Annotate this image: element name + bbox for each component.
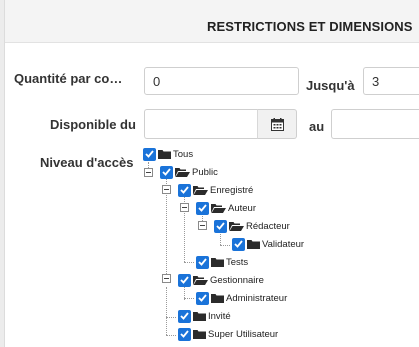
available-to-input[interactable] (331, 109, 419, 139)
access-level-label: Niveau d'accès (40, 155, 134, 170)
collapse-toggle-enregistre[interactable] (162, 185, 171, 194)
tree-node-label: Invité (208, 310, 231, 322)
calendar-icon (270, 117, 284, 131)
checkbox-gestionnaire[interactable] (178, 273, 191, 287)
checkbox-administrateur[interactable] (196, 291, 209, 305)
upto-input[interactable]: 3 (363, 67, 419, 95)
checkmark-icon (180, 186, 189, 194)
tree-node-label: Public (192, 166, 218, 178)
checkbox-validateur[interactable] (232, 237, 245, 251)
collapse-toggle-redacteur[interactable] (198, 221, 207, 230)
checkmark-icon (162, 168, 171, 176)
checkbox-public[interactable] (160, 165, 173, 179)
available-to-label: au (309, 119, 325, 134)
checkmark-icon (234, 240, 243, 248)
folder-open-icon (193, 186, 208, 195)
checkbox-redacteur[interactable] (214, 219, 227, 233)
folder-open-icon (229, 222, 244, 231)
collapse-toggle-public[interactable] (144, 168, 153, 177)
available-from-label: Disponible du (50, 117, 136, 132)
tree-line (184, 262, 194, 263)
tree-node-public[interactable]: Public (160, 165, 218, 179)
folder-icon (193, 312, 206, 321)
folder-icon (158, 150, 171, 159)
tree-node-gestionnaire[interactable]: Gestionnaire (178, 273, 264, 287)
folder-icon (247, 240, 260, 249)
checkmark-icon (198, 204, 207, 212)
quantity-input[interactable]: 0 (144, 67, 299, 95)
folder-open-icon (175, 168, 190, 177)
tree-node-label: Enregistré (210, 184, 254, 196)
checkbox-enregistre[interactable] (178, 183, 191, 197)
tree-node-label: Auteur (228, 202, 256, 214)
checkmark-icon (180, 312, 189, 320)
tree-node-tests[interactable]: Tests (196, 255, 248, 269)
tree-node-redacteur[interactable]: Rédacteur (214, 219, 290, 233)
checkmark-icon (180, 330, 189, 338)
tree-node-label: Tests (226, 256, 249, 268)
tree-node-invite[interactable]: Invité (178, 309, 231, 323)
tree-node-label: Administrateur (226, 292, 288, 304)
checkbox-super-utilisateur[interactable] (178, 327, 191, 341)
tree-node-auteur[interactable]: Auteur (196, 201, 256, 215)
tree-node-label: Validateur (262, 238, 305, 250)
tree-node-label: Tous (173, 148, 194, 160)
folder-open-icon (211, 204, 226, 213)
available-from-input[interactable] (144, 109, 258, 139)
checkbox-auteur[interactable] (196, 201, 209, 215)
tree-line (166, 179, 167, 282)
tree-line (166, 317, 176, 318)
folder-icon (211, 294, 224, 303)
tree-node-validateur[interactable]: Validateur (232, 237, 304, 251)
tree-node-administrateur[interactable]: Administrateur (196, 291, 287, 305)
checkmark-icon (180, 276, 189, 284)
tree-node-super-utilisateur[interactable]: Super Utilisateur (178, 327, 278, 341)
checkmark-icon (145, 150, 154, 158)
checkmark-icon (198, 258, 207, 266)
section-title: RESTRICTIONS ET DIMENSIONS (207, 19, 413, 34)
tree-line (184, 298, 194, 299)
tree-line (166, 287, 167, 335)
folder-open-icon (193, 276, 208, 285)
tree-line (220, 245, 230, 246)
tree-node-label: Gestionnaire (210, 274, 264, 286)
checkbox-tous[interactable] (143, 147, 156, 161)
checkmark-icon (198, 294, 207, 302)
folder-icon (211, 258, 224, 267)
tree-line (166, 335, 176, 336)
left-panel-edge (0, 0, 5, 347)
checkbox-tests[interactable] (196, 255, 209, 269)
quantity-label: Quantité par co… (14, 71, 123, 86)
tree-node-enregistre[interactable]: Enregistré (178, 183, 253, 197)
tree-node-label: Rédacteur (246, 220, 290, 232)
tree-node-tous[interactable]: Tous (143, 147, 193, 161)
collapse-toggle-auteur[interactable] (180, 203, 189, 212)
tree-node-label: Super Utilisateur (208, 328, 279, 340)
checkbox-invite[interactable] (178, 309, 191, 323)
calendar-button[interactable] (257, 109, 297, 139)
collapse-toggle-gestionnaire[interactable] (162, 274, 171, 283)
checkmark-icon (216, 222, 225, 230)
folder-icon (193, 330, 206, 339)
upto-label: Jusqu'à (306, 78, 355, 93)
